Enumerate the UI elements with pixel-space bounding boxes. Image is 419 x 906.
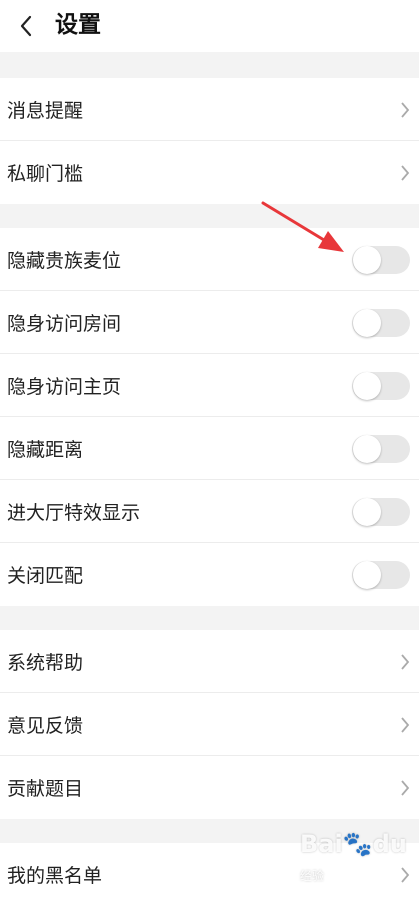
setting-row-contribute-questions[interactable]: 贡献题目 — [0, 756, 419, 819]
setting-label: 隐藏距离 — [7, 438, 84, 461]
setting-row-lobby-effects: 进大厅特效显示 — [0, 480, 419, 543]
toggle-knob — [353, 498, 381, 526]
toggle-knob — [353, 435, 381, 463]
setting-label: 进大厅特效显示 — [7, 501, 141, 524]
hide-distance-toggle[interactable] — [352, 435, 410, 463]
setting-row-private-chat-threshold[interactable]: 私聊门槛 — [0, 141, 419, 204]
top-bar: 设置 — [0, 0, 419, 52]
back-button[interactable] — [12, 12, 40, 40]
setting-row-feedback[interactable]: 意见反馈 — [0, 693, 419, 756]
setting-row-system-help[interactable]: 系统帮助 — [0, 630, 419, 693]
settings-group-help: 系统帮助 意见反馈 贡献题目 — [0, 630, 419, 819]
setting-label: 隐身访问房间 — [7, 312, 122, 335]
setting-label: 我的黑名单 — [7, 865, 103, 887]
toggle-knob — [353, 561, 381, 589]
chevron-right-icon — [401, 102, 410, 118]
lobby-effects-toggle[interactable] — [352, 498, 410, 526]
setting-label: 私聊门槛 — [7, 163, 84, 185]
chevron-right-icon — [401, 165, 410, 181]
chevron-right-icon — [401, 654, 410, 670]
watermark-brand: Bai — [300, 830, 343, 858]
baidu-watermark: Bai🐾du 经验 — [300, 830, 419, 886]
setting-row-invisible-profile-visit: 隐身访问主页 — [0, 354, 419, 417]
setting-row-message-reminder[interactable]: 消息提醒 — [0, 78, 419, 141]
settings-group-notifications: 消息提醒 私聊门槛 — [0, 78, 419, 204]
setting-label: 关闭匹配 — [7, 565, 84, 587]
setting-row-hide-noble-seat: 隐藏贵族麦位 — [0, 228, 419, 291]
setting-label: 消息提醒 — [7, 99, 84, 122]
setting-label: 隐藏贵族麦位 — [7, 249, 122, 272]
hide-noble-seat-toggle[interactable] — [352, 246, 410, 274]
setting-row-disable-matching: 关闭匹配 — [0, 543, 419, 606]
setting-label: 隐身访问主页 — [7, 375, 122, 398]
invisible-room-visit-toggle[interactable] — [352, 309, 410, 337]
toggle-knob — [353, 246, 381, 274]
watermark-sub: 经验 — [300, 869, 325, 883]
setting-label: 贡献题目 — [7, 778, 84, 800]
chevron-left-icon — [20, 15, 32, 37]
toggle-knob — [353, 372, 381, 400]
chevron-right-icon — [401, 717, 410, 733]
setting-label: 意见反馈 — [7, 714, 84, 737]
invisible-profile-visit-toggle[interactable] — [352, 372, 410, 400]
page-title: 设置 — [55, 12, 101, 38]
chevron-right-icon — [401, 780, 410, 796]
watermark-suffix: du — [372, 830, 407, 858]
paw-icon: 🐾 — [342, 830, 373, 858]
disable-matching-toggle[interactable] — [352, 561, 410, 589]
settings-group-privacy: 隐藏贵族麦位 隐身访问房间 隐身访问主页 隐藏距离 进大厅特效显示 关闭匹配 — [0, 228, 419, 606]
setting-row-invisible-room-visit: 隐身访问房间 — [0, 291, 419, 354]
setting-row-hide-distance: 隐藏距离 — [0, 417, 419, 480]
toggle-knob — [353, 309, 381, 337]
setting-label: 系统帮助 — [7, 651, 84, 674]
